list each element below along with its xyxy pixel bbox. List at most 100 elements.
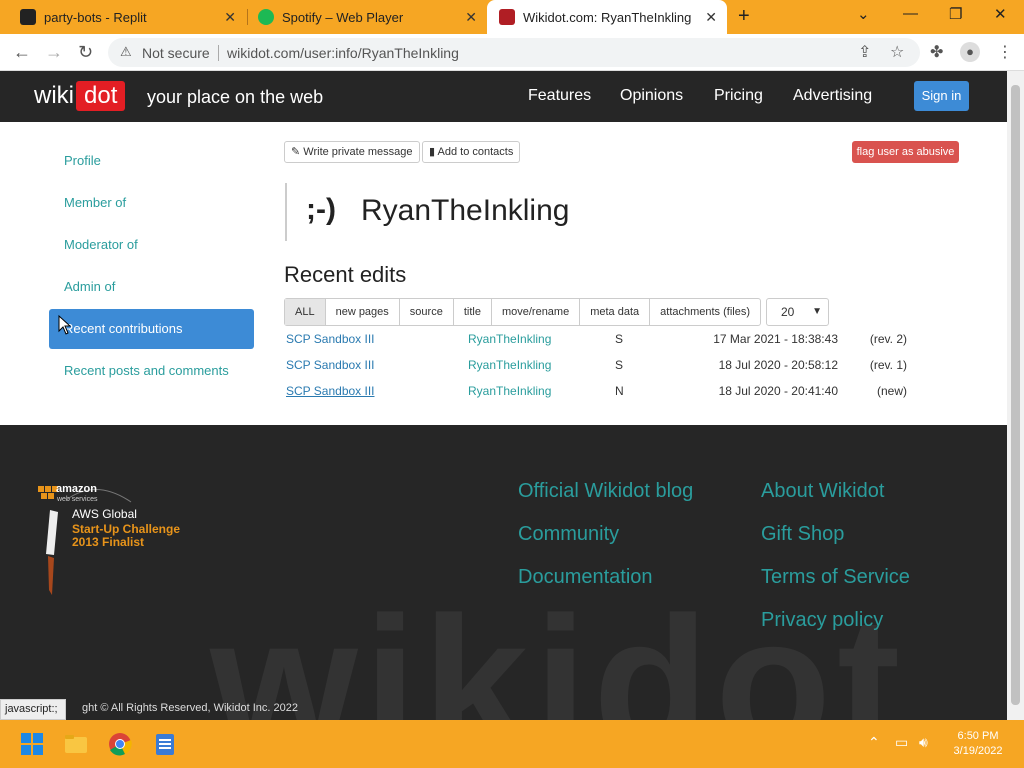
- divider: [218, 45, 219, 61]
- menu-icon[interactable]: ⋮: [997, 42, 1013, 62]
- footer-link-terms[interactable]: Terms of Service: [761, 566, 910, 589]
- page-link[interactable]: SCP Sandbox III: [286, 358, 375, 372]
- aws-line: AWS Global: [72, 507, 137, 521]
- close-icon[interactable]: ✕: [224, 9, 236, 26]
- revision: (new): [876, 384, 907, 398]
- wikidot-icon: [499, 9, 515, 25]
- windows-taskbar: ⌃ ▭ 🔊︎ 6:50 PM 3/19/2022: [0, 720, 1024, 768]
- wikidot-logo[interactable]: wiki dot: [34, 81, 126, 111]
- extensions-icon[interactable]: ✤: [930, 42, 943, 62]
- minimize-icon[interactable]: —: [903, 5, 918, 22]
- footer-link-community[interactable]: Community: [518, 523, 619, 546]
- aws-line: Start-Up Challenge: [72, 522, 181, 536]
- notepad-icon[interactable]: [153, 732, 177, 756]
- filter-move-rename[interactable]: move/rename: [492, 299, 581, 325]
- nav-pricing[interactable]: Pricing: [714, 87, 763, 105]
- page-scrollbar[interactable]: [1007, 71, 1024, 720]
- tab-spotify[interactable]: Spotify – Web Player ✕: [238, 0, 487, 34]
- restore-icon[interactable]: ❐: [949, 5, 962, 23]
- reload-icon[interactable]: ↻: [78, 42, 93, 63]
- filter-source[interactable]: source: [400, 299, 454, 325]
- write-private-message-button[interactable]: ✎ Write private message: [284, 141, 420, 163]
- footer-link-gift-shop[interactable]: Gift Shop: [761, 523, 844, 546]
- url-field[interactable]: ⚠ Not secure wikidot.com/user:info/RyanT…: [108, 38, 920, 67]
- nav-opinions[interactable]: Opinions: [620, 87, 683, 105]
- logo-wiki: wiki: [34, 82, 74, 109]
- warning-icon[interactable]: ⚠: [120, 44, 132, 60]
- aws-finalist-badge: amazon web services AWS Global Start-Up …: [36, 480, 196, 610]
- close-icon[interactable]: ✕: [705, 9, 717, 26]
- edit-filter-group: ALL new pages source title move/rename m…: [284, 298, 762, 326]
- nav-features[interactable]: Features: [528, 87, 591, 105]
- add-to-contacts-button[interactable]: ▮ Add to contacts: [422, 141, 521, 163]
- sidebar-item-member-of[interactable]: Member of: [64, 195, 126, 210]
- user-link[interactable]: RyanTheInkling: [468, 384, 551, 398]
- edit-flag: S: [615, 332, 624, 346]
- table-row: SCP Sandbox III RyanTheInkling S 18 Jul …: [286, 358, 926, 378]
- filter-new-pages[interactable]: new pages: [326, 299, 400, 325]
- footer-link-privacy[interactable]: Privacy policy: [761, 609, 883, 632]
- edit-date: 18 Jul 2020 - 20:41:40: [718, 384, 838, 398]
- revision: (rev. 2): [869, 332, 907, 346]
- clock-time: 6:50 PM: [957, 730, 999, 742]
- filter-title[interactable]: title: [454, 299, 492, 325]
- system-clock[interactable]: 6:50 PM 3/19/2022: [948, 729, 1008, 759]
- filter-attachments[interactable]: attachments (files): [650, 299, 760, 325]
- nav-advertising[interactable]: Advertising: [793, 87, 872, 105]
- logo-dot: dot: [76, 81, 126, 111]
- sidebar-item-moderator-of[interactable]: Moderator of: [64, 237, 138, 252]
- bookmark-star-icon[interactable]: ☆: [890, 42, 904, 62]
- footer-link-documentation[interactable]: Documentation: [518, 566, 653, 589]
- sidebar-item-recent-contributions[interactable]: Recent contributions: [49, 309, 254, 349]
- chevron-up-icon[interactable]: ⌃: [868, 734, 880, 751]
- user-avatar-smiley: ;-): [306, 193, 336, 226]
- book-icon: ▮: [429, 146, 436, 158]
- sidebar-item-recent-posts[interactable]: Recent posts and comments: [64, 363, 229, 378]
- button-label: Write private message: [303, 146, 413, 158]
- page-link[interactable]: SCP Sandbox III: [286, 384, 375, 398]
- file-explorer-icon[interactable]: [64, 732, 88, 756]
- filter-meta-data[interactable]: meta data: [580, 299, 651, 325]
- tab-replit[interactable]: party-bots - Replit ✕: [0, 0, 246, 34]
- url-text[interactable]: wikidot.com/user:info/RyanTheInkling: [227, 45, 459, 61]
- new-tab-icon[interactable]: +: [738, 5, 750, 28]
- scrollbar-thumb[interactable]: [1011, 85, 1020, 705]
- security-label[interactable]: Not secure: [142, 45, 210, 61]
- flag-user-button[interactable]: flag user as abusive: [852, 141, 959, 163]
- aws-line: 2013 Finalist: [72, 535, 145, 549]
- tab-wikidot[interactable]: Wikidot.com: RyanTheInkling ✕: [487, 0, 727, 34]
- tab-search-icon[interactable]: ⌄: [857, 5, 870, 23]
- tab-title: Spotify – Web Player: [282, 9, 404, 25]
- footer-link-about[interactable]: About Wikidot: [761, 480, 884, 503]
- back-icon[interactable]: ←: [13, 42, 31, 63]
- page-link[interactable]: SCP Sandbox III: [286, 332, 375, 346]
- edit-date: 18 Jul 2020 - 20:58:12: [718, 358, 838, 372]
- volume-icon[interactable]: 🔊︎: [919, 734, 928, 751]
- sidebar-item-label: Recent contributions: [64, 321, 183, 336]
- tagline: your place on the web: [147, 87, 324, 107]
- user-link[interactable]: RyanTheInkling: [468, 358, 551, 372]
- sign-in-button[interactable]: Sign in: [914, 81, 969, 111]
- filter-all[interactable]: ALL: [285, 299, 326, 325]
- sidebar-item-admin-of[interactable]: Admin of: [64, 279, 115, 294]
- forward-icon[interactable]: →: [45, 42, 63, 63]
- mouse-cursor-icon: [58, 314, 71, 335]
- aws-line: amazon: [56, 483, 97, 495]
- clock-date: 3/19/2022: [953, 745, 1003, 757]
- sidebar-item-profile[interactable]: Profile: [64, 153, 101, 168]
- button-label: Add to contacts: [437, 146, 514, 158]
- per-page-select[interactable]: 20 ▼: [766, 298, 829, 326]
- close-icon[interactable]: ✕: [465, 9, 477, 26]
- window-close-icon[interactable]: ✕: [994, 5, 1007, 23]
- chrome-icon[interactable]: [108, 732, 132, 756]
- user-link[interactable]: RyanTheInkling: [468, 332, 551, 346]
- pencil-icon: ✎: [291, 146, 301, 158]
- windows-start-icon[interactable]: [20, 732, 44, 756]
- footer-link-blog[interactable]: Official Wikidot blog: [518, 480, 693, 503]
- edit-flag: S: [615, 358, 624, 372]
- edit-flag: N: [615, 384, 624, 398]
- edit-date: 17 Mar 2021 - 18:38:43: [713, 332, 838, 346]
- display-icon[interactable]: ▭: [895, 734, 908, 751]
- profile-icon[interactable]: ●: [960, 42, 980, 62]
- share-icon[interactable]: ⇪: [858, 42, 871, 62]
